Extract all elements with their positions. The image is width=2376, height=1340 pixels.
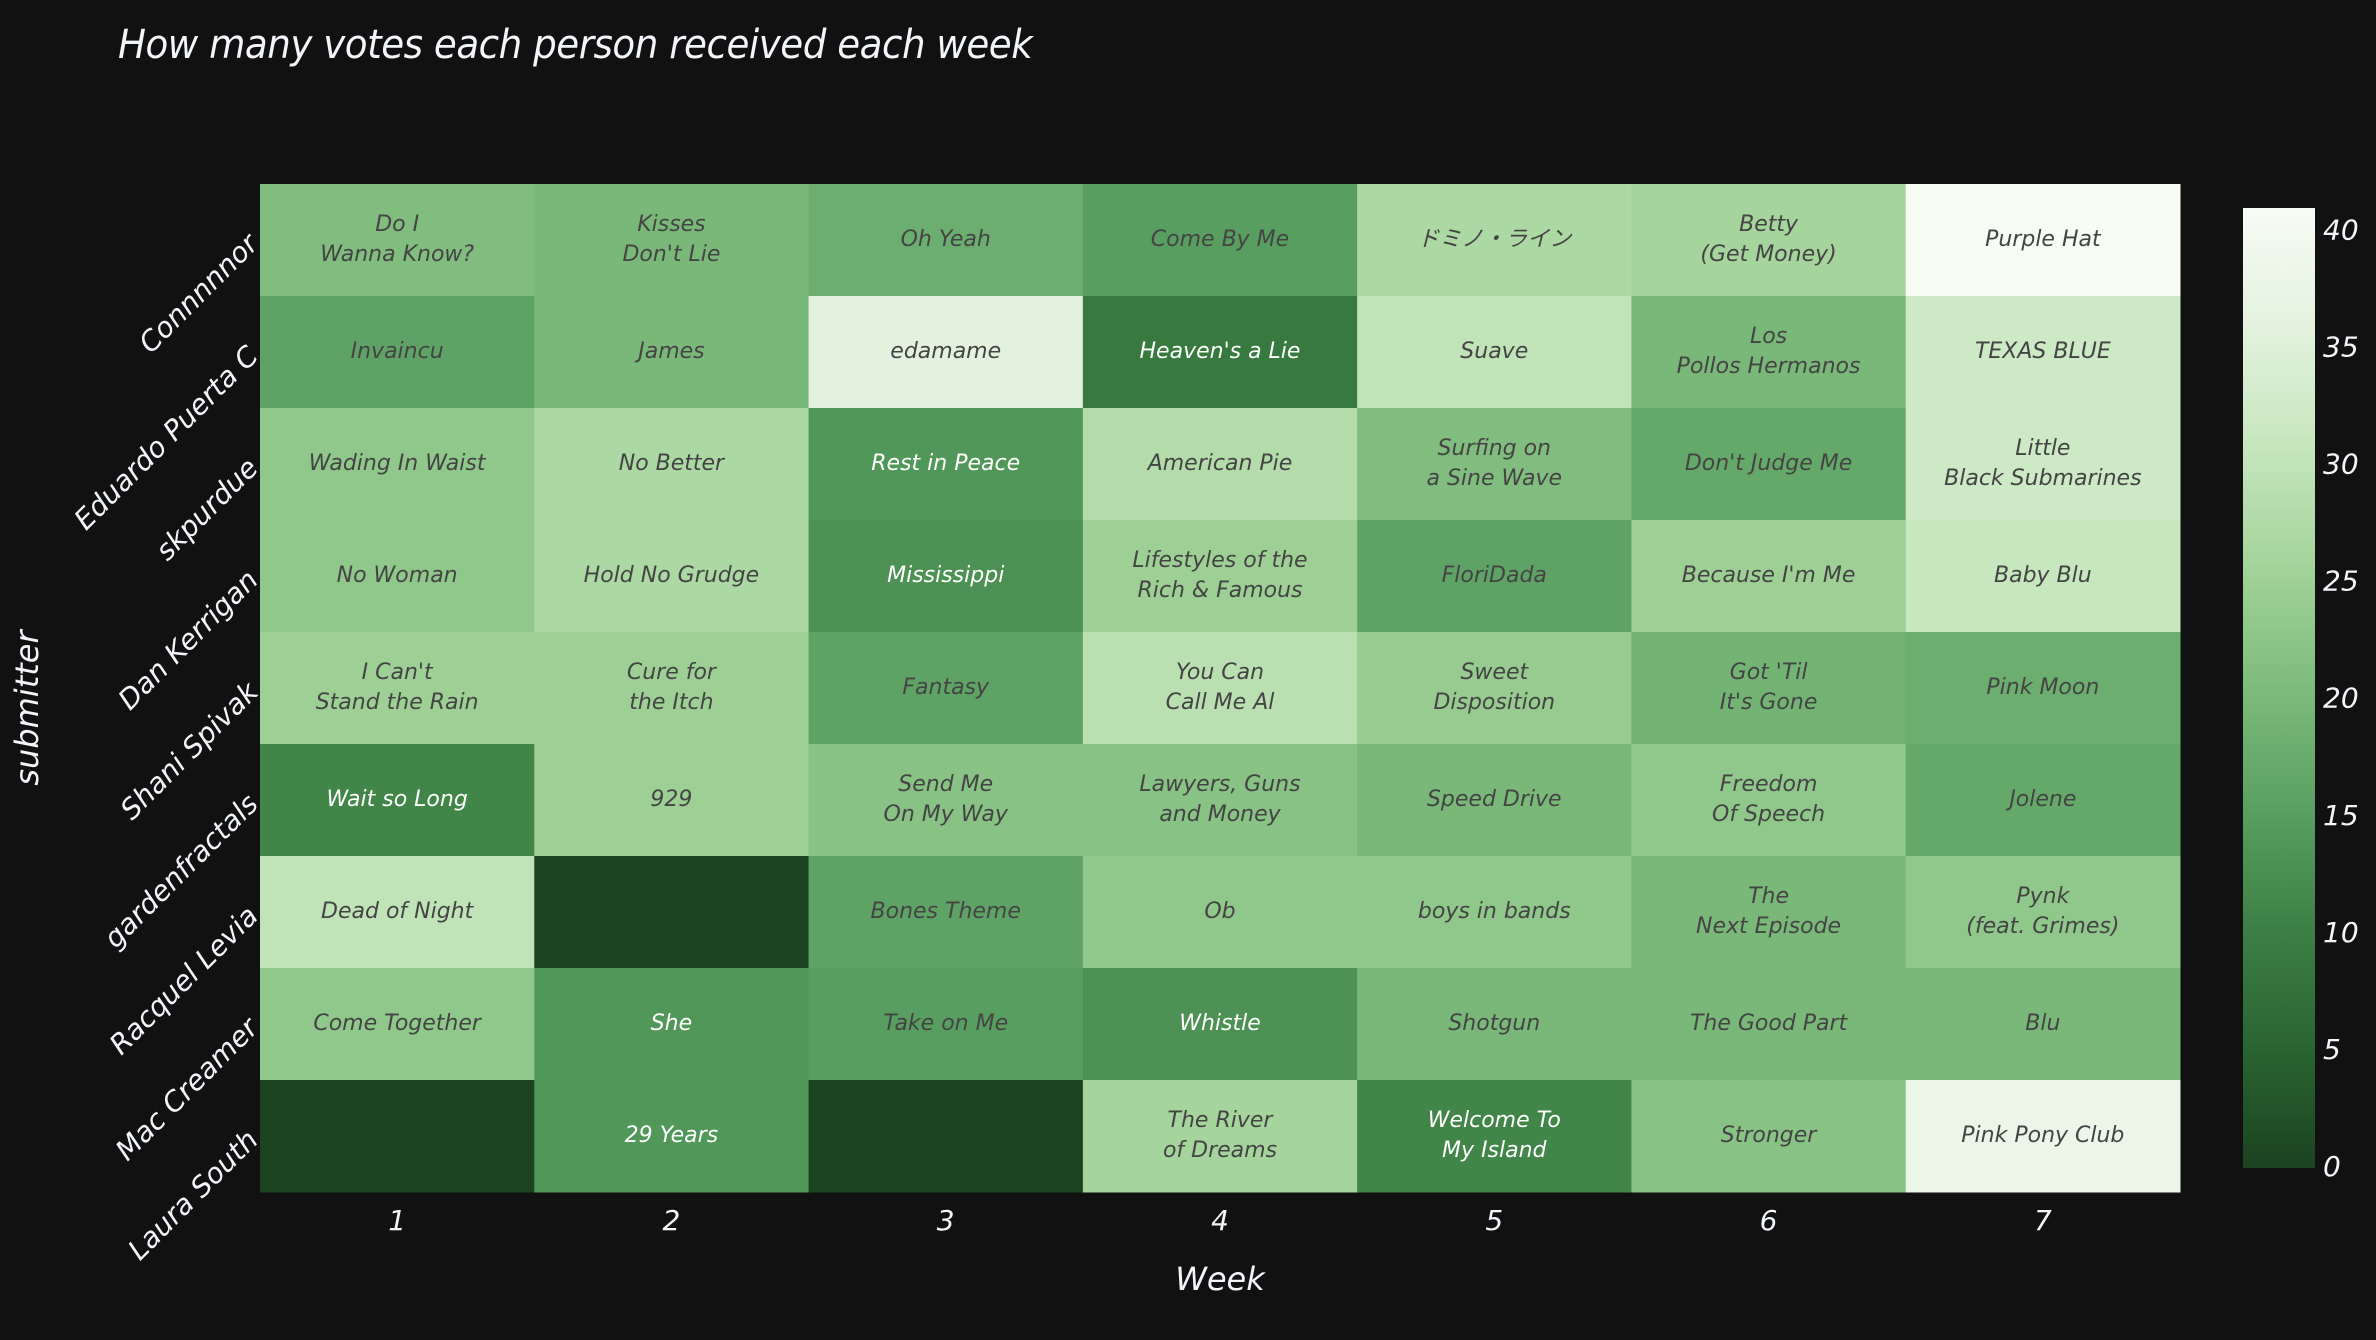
cell-label: Blu — [2025, 1011, 2060, 1036]
cell-label: Whistle — [1179, 1011, 1261, 1036]
cell-label: 29 Years — [625, 1123, 719, 1148]
cell-label: Suave — [1460, 339, 1528, 364]
cell-label: Take on Me — [883, 1011, 1008, 1036]
heatmap-cell — [1082, 520, 1358, 633]
cell-label: No Better — [619, 451, 726, 476]
x-tick-label: 1 — [388, 1204, 406, 1237]
heatmap-cell — [1082, 632, 1358, 745]
heatmap-cell — [260, 184, 535, 297]
y-tick-label: Eduardo Puerta C — [68, 339, 265, 536]
heatmap-cell — [1631, 184, 1907, 297]
colorbar-tick-label: 5 — [2323, 1033, 2341, 1066]
colorbar-ticks: 0 5 10 15 20 25 30 35 40 — [2323, 213, 2359, 1183]
cell-label: Wading In Waist — [309, 451, 487, 476]
cell-label: Mississippi — [887, 563, 1004, 588]
cell-label: Baby Blu — [1994, 563, 2092, 588]
heatmap-cell — [1631, 856, 1907, 969]
cell-label: TEXAS BLUE — [1975, 339, 2111, 364]
cell-label: Come By Me — [1151, 227, 1289, 252]
heatmap-cell — [534, 184, 810, 297]
heatmap-cell — [1082, 1080, 1358, 1193]
x-tick-label: 4 — [1211, 1204, 1229, 1237]
y-axis-title: submitter — [8, 629, 46, 786]
cell-label: Bones Theme — [871, 899, 1021, 924]
cell-label: Because I'm Me — [1682, 563, 1856, 588]
heatmap-cell — [534, 632, 810, 745]
y-axis-ticks: ConnnnnorEduardo Puerta CskpurdueDan Ker… — [68, 226, 266, 1266]
heatmap-cell — [1631, 744, 1907, 857]
cell-label: 929 — [650, 787, 692, 812]
cell-label: Pink Pony Club — [1961, 1123, 2124, 1148]
colorbar-tick-label: 30 — [2323, 448, 2359, 481]
colorbar-tick-label: 10 — [2323, 916, 2359, 949]
cell-label: She — [651, 1011, 692, 1036]
cell-label: Hold No Grudge — [584, 563, 759, 588]
heatmap-cell — [534, 856, 810, 969]
heatmap-cell — [1905, 408, 2181, 521]
cell-label: Heaven's a Lie — [1140, 339, 1301, 364]
cell-label: Shotgun — [1448, 1011, 1540, 1036]
cell-label: Oh Yeah — [901, 227, 991, 252]
colorbar-tick-label: 40 — [2323, 213, 2359, 246]
x-tick-label: 7 — [2034, 1204, 2052, 1237]
cell-label: FloriDada — [1442, 563, 1547, 588]
colorbar-tick-label: 0 — [2323, 1150, 2341, 1183]
cell-label: American Pie — [1146, 451, 1293, 476]
cell-label: Dead of Night — [321, 899, 475, 924]
cell-label: The Good Part — [1690, 1011, 1849, 1036]
cell-label: Fantasy — [902, 675, 990, 700]
cell-label: boys in bands — [1418, 899, 1571, 924]
colorbar — [2243, 208, 2315, 1168]
cell-label: Pink Moon — [1986, 675, 2099, 700]
heatmap-cell — [1631, 632, 1907, 745]
cell-label: Rest in Peace — [871, 451, 1020, 476]
heatmap-cell — [1357, 408, 1632, 521]
cell-label: Purple Hat — [1985, 227, 2102, 252]
heatmap-cell — [808, 1080, 1084, 1193]
x-axis-title: Week — [1175, 1260, 1266, 1298]
x-tick-label: 6 — [1760, 1204, 1778, 1237]
heatmap-cell — [260, 632, 535, 745]
cell-label: Ob — [1204, 899, 1235, 924]
heatmap-cell — [1905, 856, 2181, 969]
x-axis-ticks: 1 2 3 4 5 6 7 — [388, 1204, 2052, 1237]
cell-label: Wait so Long — [326, 787, 467, 812]
cell-label: edamame — [890, 339, 1001, 364]
cell-label: Speed Drive — [1427, 787, 1562, 812]
cell-label: Don't Judge Me — [1685, 451, 1852, 476]
cell-label: Come Together — [313, 1011, 483, 1036]
cell-label: James — [634, 339, 704, 364]
heatmap-cell — [808, 744, 1084, 857]
cell-label: Invaincu — [351, 339, 444, 364]
heatmap-cells — [260, 184, 2181, 1193]
heatmap-cell — [260, 1080, 535, 1193]
x-tick-label: 2 — [663, 1204, 681, 1237]
heatmap-chart: Do I Wanna Know?Kisses Don't LieOh Yeah Com… — [8, 184, 2359, 1298]
colorbar-tick-label: 20 — [2323, 682, 2359, 715]
heatmap-cell — [1631, 296, 1907, 409]
colorbar-tick-label: 15 — [2323, 799, 2359, 832]
heatmap-cell — [1357, 632, 1632, 745]
colorbar-tick-label: 35 — [2323, 330, 2359, 363]
y-tick-label: skpurdue — [149, 451, 265, 567]
heatmap-cell — [1357, 1080, 1632, 1193]
y-tick-label: Connnnnor — [132, 226, 265, 359]
cell-label: Stronger — [1721, 1123, 1819, 1148]
cell-label: No Woman — [337, 563, 458, 588]
x-tick-label: 3 — [937, 1204, 955, 1237]
heatmap-cell — [1082, 744, 1358, 857]
x-tick-label: 5 — [1485, 1204, 1503, 1237]
cell-label: ドミノ・ライン — [1417, 227, 1573, 252]
colorbar-tick-label: 25 — [2323, 565, 2359, 598]
cell-label: Jolene — [2005, 787, 2076, 812]
